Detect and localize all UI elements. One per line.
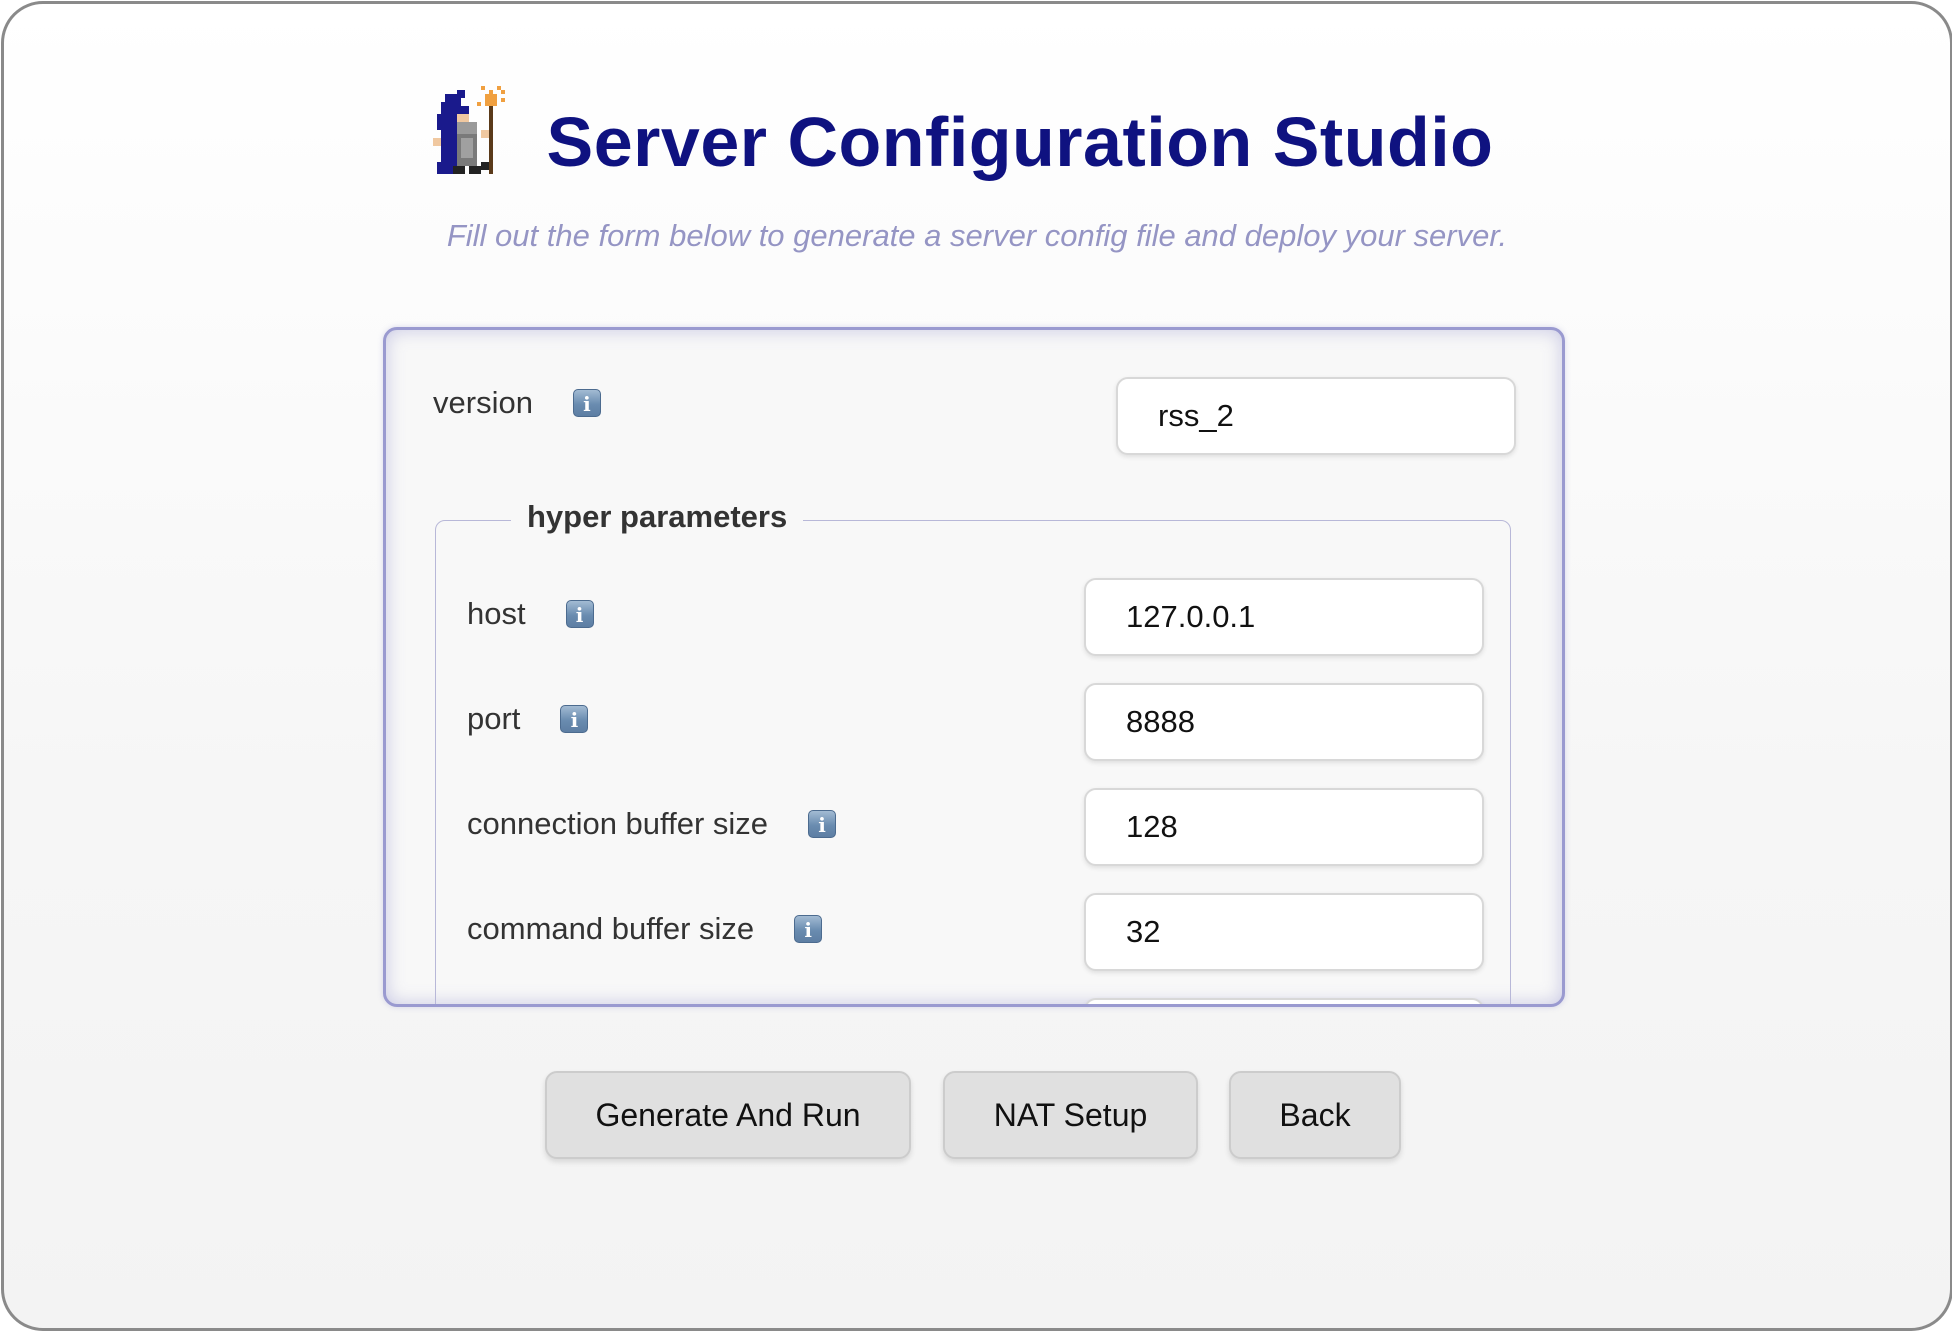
action-bar: Generate And Run NAT Setup Back	[4, 1071, 1950, 1159]
connection-buffer-size-row: connection buffer size i	[467, 785, 837, 863]
next-field-input[interactable]	[1084, 998, 1484, 1004]
port-input[interactable]	[1084, 683, 1484, 761]
version-label: version	[433, 385, 533, 420]
wizard-icon	[432, 86, 505, 174]
command-buffer-size-row: command buffer size i	[467, 890, 823, 968]
back-button[interactable]: Back	[1229, 1071, 1401, 1159]
version-input[interactable]	[1116, 377, 1516, 455]
info-icon[interactable]: i	[808, 810, 837, 838]
connection-buffer-size-label: connection buffer size	[467, 806, 769, 841]
nat-setup-button[interactable]: NAT Setup	[943, 1071, 1198, 1159]
port-label: port	[467, 701, 521, 736]
command-buffer-size-label: command buffer size	[467, 911, 755, 946]
host-input[interactable]	[1084, 578, 1484, 656]
config-form-panel[interactable]: version i hyper parameters host i port i…	[383, 327, 1565, 1007]
app-window: Server Configuration Studio Fill out the…	[1, 1, 1952, 1331]
version-row: version i	[433, 364, 601, 442]
header: Server Configuration Studio	[4, 82, 1950, 202]
connection-buffer-size-input[interactable]	[1084, 788, 1484, 866]
hyper-parameters-legend: hyper parameters	[511, 499, 804, 535]
port-row: port i	[467, 680, 589, 758]
page-subtitle: Fill out the form below to generate a se…	[446, 218, 1508, 253]
info-icon[interactable]: i	[560, 705, 589, 733]
page-title: Server Configuration Studio	[546, 103, 1494, 181]
info-icon[interactable]: i	[565, 600, 594, 628]
command-buffer-size-input[interactable]	[1084, 893, 1484, 971]
generate-and-run-button[interactable]: Generate And Run	[545, 1071, 911, 1159]
info-icon[interactable]: i	[572, 389, 601, 417]
host-row: host i	[467, 575, 594, 653]
info-icon[interactable]: i	[794, 915, 823, 943]
hyper-parameters-fieldset: hyper parameters host i port i connectio…	[435, 499, 1511, 1004]
host-label: host	[467, 596, 526, 631]
